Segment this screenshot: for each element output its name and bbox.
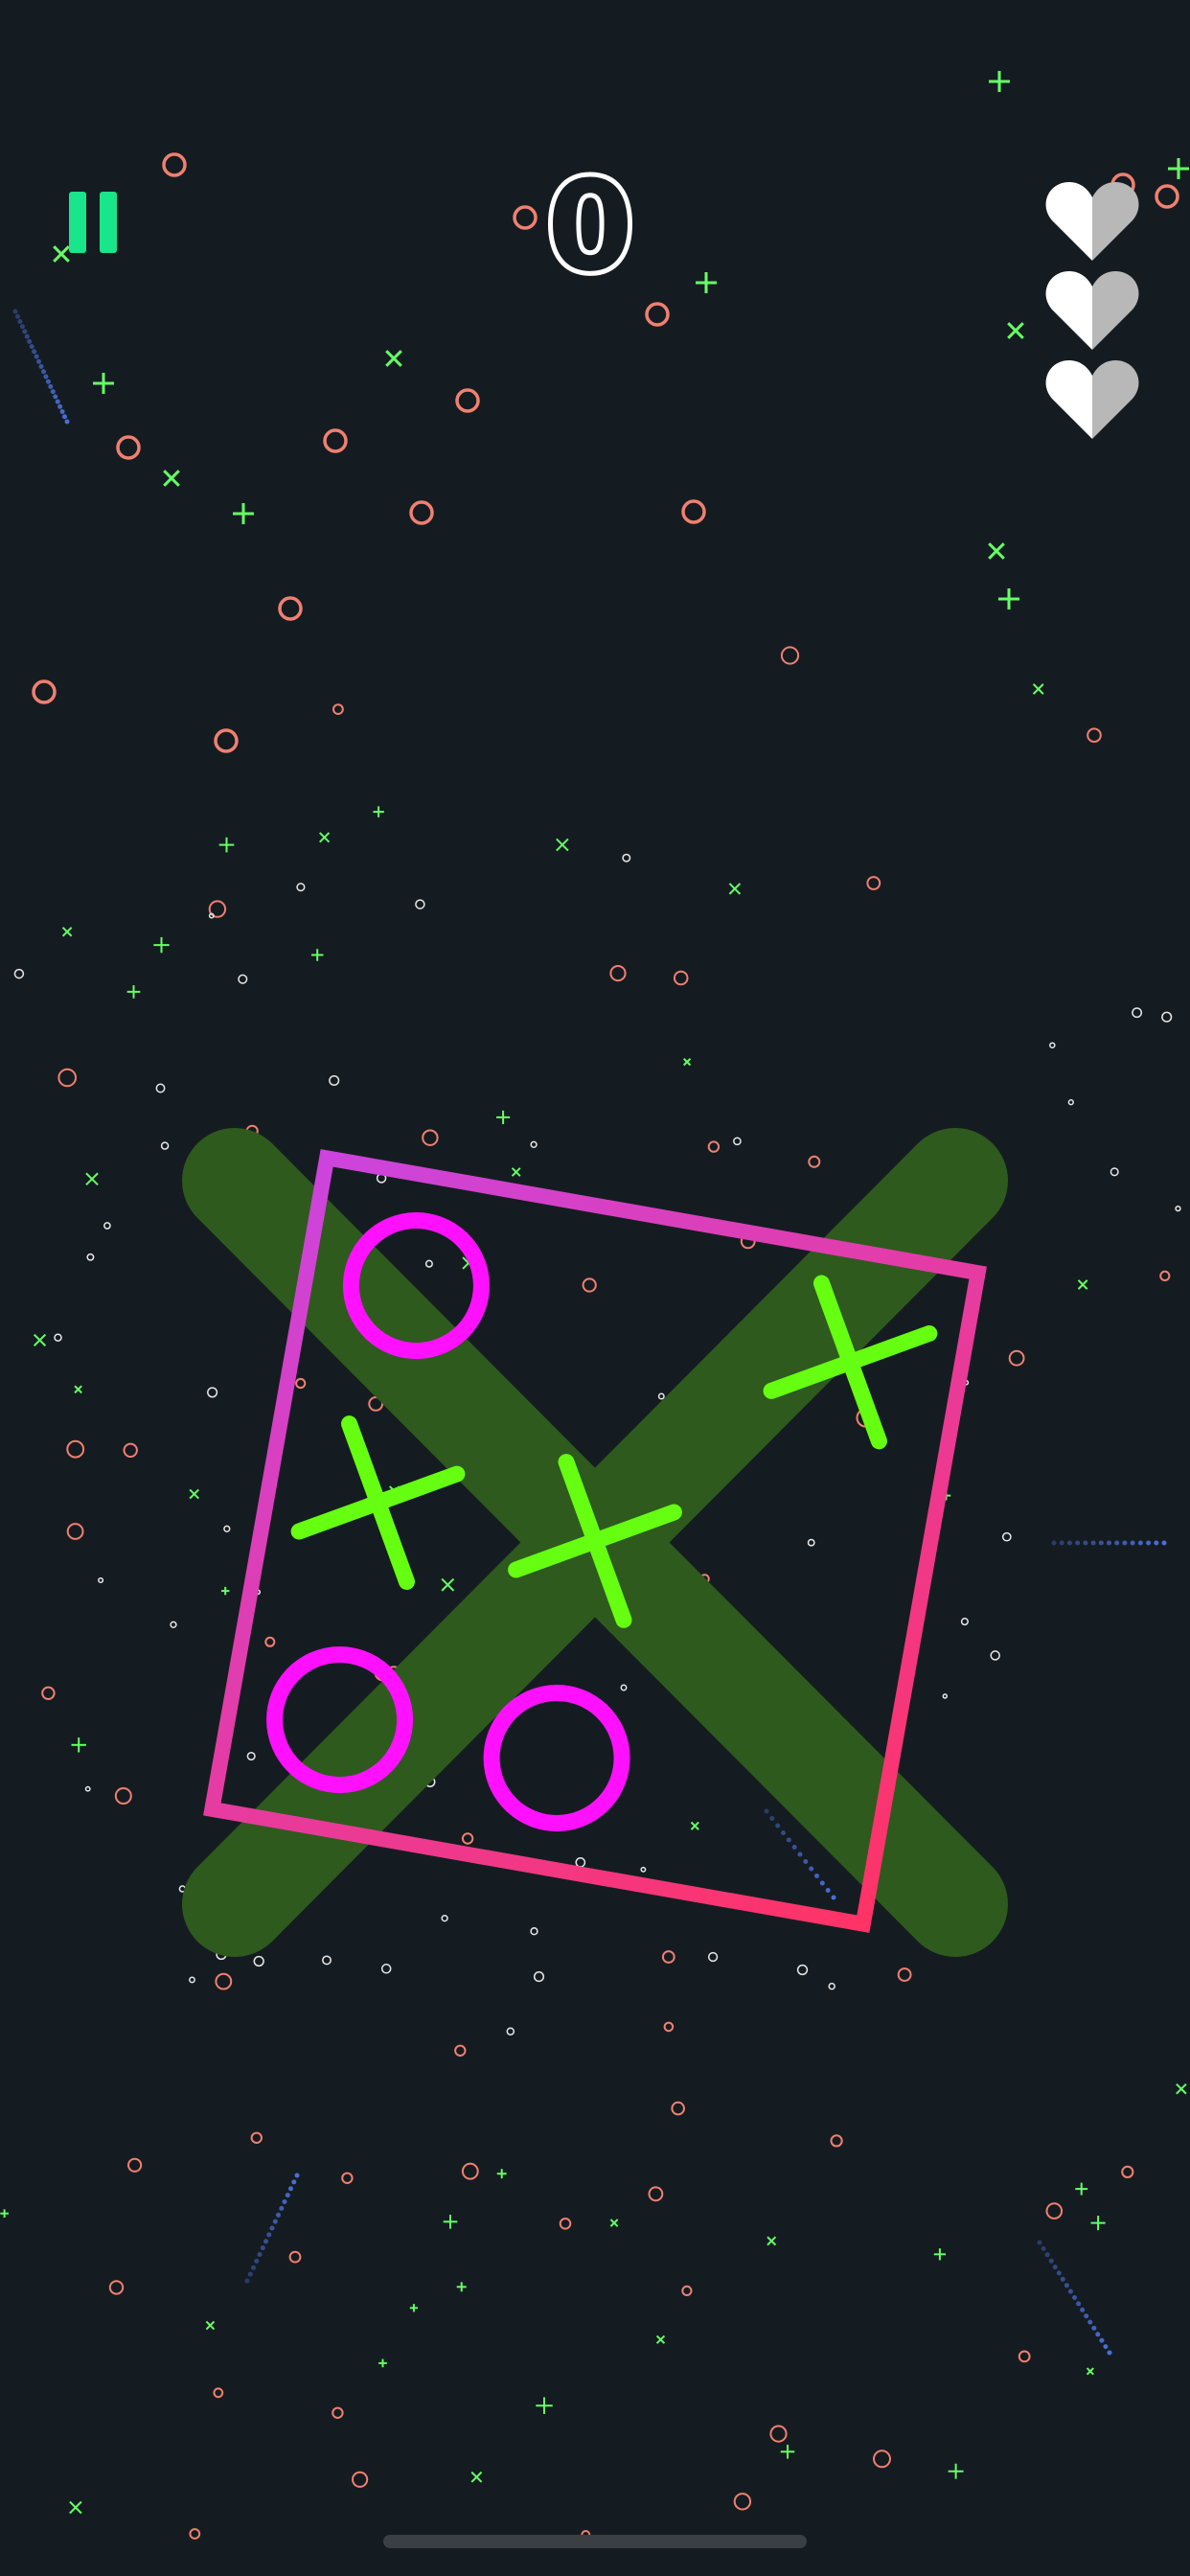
board-cell-r1-c2[interactable] <box>516 1208 749 1440</box>
board-cell-r1-c1[interactable] <box>300 1169 533 1402</box>
board-cell-r2-c3[interactable] <box>696 1462 928 1695</box>
board-cell-r3-c2[interactable] <box>440 1642 673 1874</box>
game-screen: 0 <box>0 0 1190 2576</box>
game-board[interactable] <box>0 0 1190 2576</box>
board-cell-r2-c2[interactable] <box>478 1424 711 1657</box>
board-cell-r1-c3[interactable] <box>734 1246 967 1479</box>
board-cell-r3-c3[interactable] <box>657 1680 890 1913</box>
home-indicator <box>383 2535 807 2548</box>
board-cell-r3-c1[interactable] <box>223 1603 456 1836</box>
board-cell-r2-c1[interactable] <box>262 1386 494 1619</box>
